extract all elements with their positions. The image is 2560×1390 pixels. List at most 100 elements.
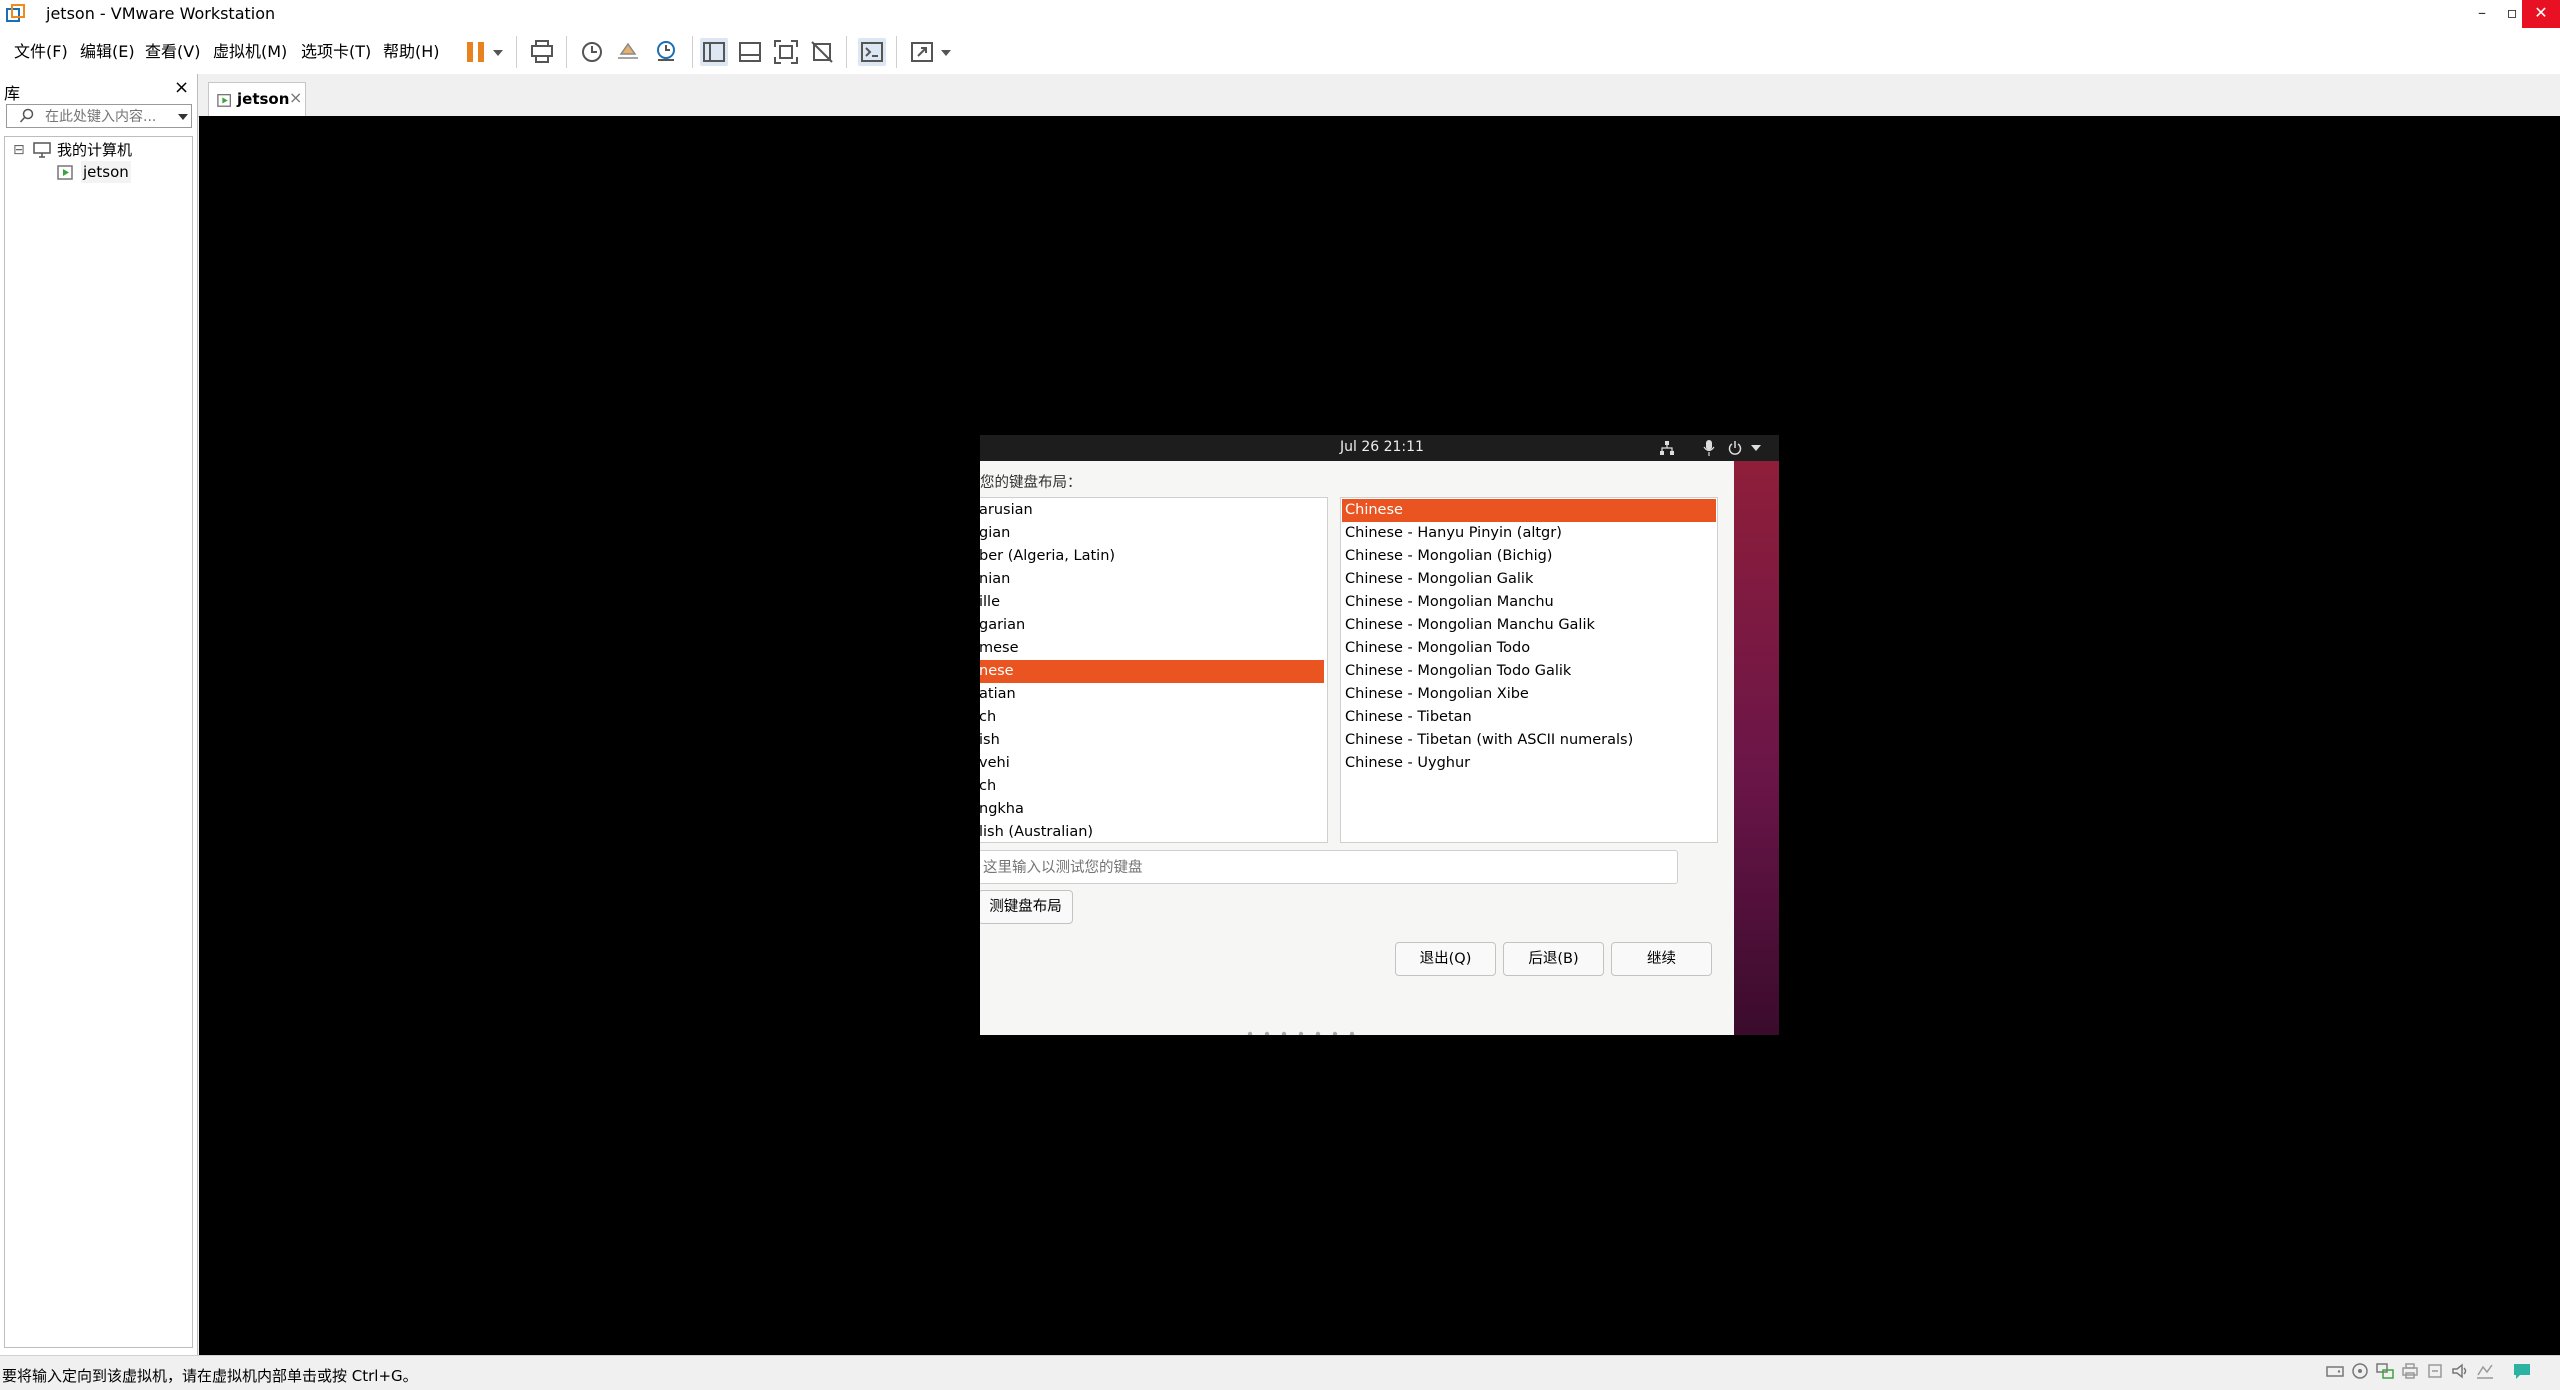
list-item[interactable]: arusian	[980, 499, 1327, 522]
window-title: jetson - VMware Workstation	[46, 4, 276, 23]
toolbar-divider	[516, 36, 517, 68]
list-item[interactable]: nian	[980, 568, 1327, 591]
chevron-down-icon[interactable]	[940, 48, 952, 58]
full-screen-icon[interactable]	[772, 38, 800, 66]
toolbar-divider	[896, 36, 897, 68]
tab-close-icon[interactable]: ×	[289, 88, 302, 107]
list-item[interactable]: ch	[980, 706, 1327, 729]
search-icon	[19, 108, 34, 123]
vm-running-icon	[217, 94, 231, 107]
list-item[interactable]: ille	[980, 591, 1327, 614]
console-view-icon[interactable]	[858, 38, 886, 66]
list-item-selected[interactable]: nese	[980, 660, 1324, 683]
list-item[interactable]: Chinese - Mongolian Manchu	[1345, 591, 1554, 614]
list-item[interactable]: mese	[980, 637, 1327, 660]
tree-item-jetson[interactable]: jetson	[81, 161, 131, 183]
list-item[interactable]: ber (Algeria, Latin)	[980, 545, 1327, 568]
show-library-icon[interactable]	[700, 38, 728, 66]
menu-edit[interactable]: 编辑(E)	[80, 40, 135, 64]
snapshot-manager-icon[interactable]	[652, 38, 680, 66]
list-item[interactable]: atian	[980, 683, 1327, 706]
keyboard-test-field[interactable]	[980, 850, 1678, 884]
unity-mode-icon[interactable]	[808, 38, 836, 66]
chevron-down-icon[interactable]	[492, 48, 504, 58]
list-item[interactable]: Chinese - Hanyu Pinyin (altgr)	[1345, 522, 1562, 545]
snapshot-icon[interactable]	[578, 38, 606, 66]
quit-button[interactable]: 退出(Q)	[1395, 942, 1496, 976]
computer-icon	[33, 142, 51, 158]
menu-tabs[interactable]: 选项卡(T)	[301, 40, 371, 64]
menu-view[interactable]: 查看(V)	[145, 40, 200, 64]
list-item[interactable]: Chinese - Mongolian Todo	[1345, 637, 1530, 660]
list-item[interactable]: ngkha	[980, 798, 1327, 821]
list-item[interactable]: gian	[980, 522, 1327, 545]
menu-file[interactable]: 文件(F)	[14, 40, 68, 64]
tab-label: jetson	[237, 90, 290, 108]
list-item[interactable]: lish (Australian)	[980, 821, 1327, 842]
list-item[interactable]: Chinese - Mongolian Xibe	[1345, 683, 1529, 706]
toolbar-divider	[566, 36, 567, 68]
usb-device-icon[interactable]	[2425, 1361, 2445, 1381]
printer-icon[interactable]	[2400, 1361, 2420, 1381]
chevron-down-icon[interactable]	[177, 113, 189, 121]
list-item[interactable]: Chinese - Mongolian (Bichig)	[1345, 545, 1552, 568]
back-button[interactable]: 后退(B)	[1503, 942, 1604, 976]
list-item[interactable]: Chinese - Tibetan	[1345, 706, 1472, 729]
list-item-selected[interactable]: Chinese	[1342, 499, 1716, 522]
status-bar: 要将输入定向到该虚拟机，请在虚拟机内部单击或按 Ctrl+G。	[0, 1355, 2560, 1390]
menu-vm[interactable]: 虚拟机(M)	[213, 40, 287, 64]
library-close-button[interactable]: ×	[174, 77, 189, 98]
list-item[interactable]: vehi	[980, 752, 1327, 775]
hard-disk-icon[interactable]	[2325, 1361, 2345, 1381]
list-item[interactable]: Chinese - Uyghur	[1345, 752, 1470, 775]
tab-strip	[198, 74, 2560, 117]
cd-dvd-icon[interactable]	[2350, 1361, 2370, 1381]
vmware-app-icon	[6, 4, 25, 22]
display-icon[interactable]	[2475, 1361, 2495, 1381]
list-item[interactable]: Chinese - Mongolian Galik	[1345, 568, 1533, 591]
send-ctrl-alt-del-icon[interactable]	[528, 38, 556, 66]
revert-snapshot-icon[interactable]	[614, 38, 642, 66]
keyboard-layout-dialog: 您的键盘布局： arusian gian ber (Algeria, Latin…	[980, 461, 1734, 1035]
close-button[interactable]: ✕	[2522, 0, 2560, 28]
tab-jetson[interactable]: jetson ×	[208, 82, 306, 116]
library-title: 库	[4, 84, 21, 103]
list-item[interactable]: Chinese - Mongolian Todo Galik	[1345, 660, 1571, 683]
network-icon[interactable]	[1660, 441, 1674, 455]
detect-layout-button[interactable]: 测键盘布局	[980, 890, 1073, 924]
layout-list[interactable]: arusian gian ber (Algeria, Latin) nian i…	[980, 497, 1328, 843]
list-item[interactable]: ish	[980, 729, 1327, 752]
tree-expander-icon[interactable]: ⊟	[13, 139, 25, 161]
list-item[interactable]: Chinese - Mongolian Manchu Galik	[1345, 614, 1595, 637]
list-item[interactable]: ch	[980, 775, 1327, 798]
message-log-icon[interactable]	[2512, 1361, 2532, 1381]
library-tree: ⊟ 我的计算机 jetson	[4, 136, 193, 1348]
network-adapter-icon[interactable]	[2375, 1361, 2395, 1381]
toolbar-divider	[846, 36, 847, 68]
ubuntu-top-bar: Jul 26 21:11	[980, 435, 1779, 461]
power-icon[interactable]	[1728, 441, 1742, 455]
sound-icon[interactable]	[2450, 1361, 2470, 1381]
stretch-guest-icon[interactable]	[908, 38, 936, 66]
library-search[interactable]	[6, 104, 192, 128]
ubuntu-wallpaper	[1733, 461, 1779, 1035]
pause-icon[interactable]	[462, 38, 490, 66]
variant-list[interactable]: Chinese Chinese - Hanyu Pinyin (altgr) C…	[1340, 497, 1718, 843]
microphone-icon[interactable]	[1703, 440, 1715, 456]
keyboard-test-input[interactable]	[981, 857, 1675, 879]
menu-toolbar: 文件(F) 编辑(E) 查看(V) 虚拟机(M) 选项卡(T) 帮助(H)	[0, 28, 2560, 75]
status-message: 要将输入定向到该虚拟机，请在虚拟机内部单击或按 Ctrl+G。	[2, 1367, 418, 1385]
tree-item-my-computer[interactable]: 我的计算机	[57, 139, 132, 161]
thumbnail-bar-icon[interactable]	[736, 38, 764, 66]
toolbar-divider	[692, 36, 693, 68]
continue-button[interactable]: 继续	[1611, 942, 1712, 976]
chevron-down-icon[interactable]	[1751, 445, 1761, 452]
title-bar: jetson - VMware Workstation – ▫ ✕	[0, 0, 2560, 28]
library-search-input[interactable]	[43, 107, 167, 127]
list-item[interactable]: garian	[980, 614, 1327, 637]
menu-help[interactable]: 帮助(H)	[383, 40, 440, 64]
list-item[interactable]: Chinese - Tibetan (with ASCII numerals)	[1345, 729, 1633, 752]
vm-running-icon	[57, 165, 73, 180]
ubuntu-clock[interactable]: Jul 26 21:11	[1340, 439, 1424, 455]
library-panel: 库 × ⊟ 我的计算机 jetson	[0, 74, 198, 1355]
